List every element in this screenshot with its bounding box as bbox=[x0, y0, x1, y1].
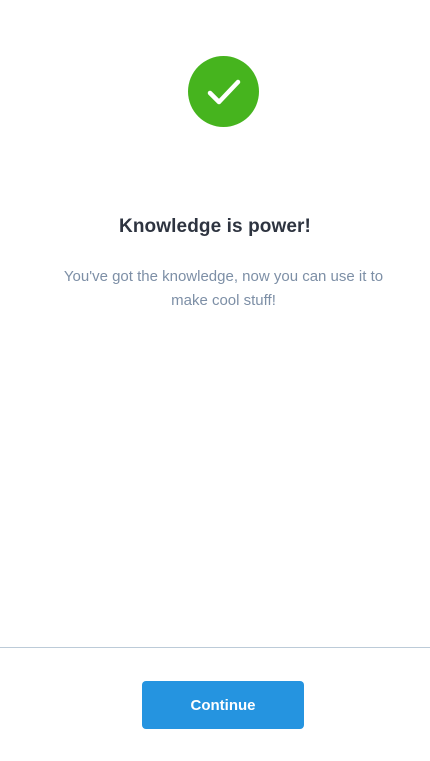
continue-button[interactable]: Continue bbox=[142, 681, 304, 729]
footer-divider bbox=[0, 647, 430, 648]
checkmark-icon bbox=[207, 79, 240, 104]
checkmark-circle-icon bbox=[188, 56, 259, 127]
completion-screen: Knowledge is power! You've got the knowl… bbox=[0, 0, 430, 761]
page-title: Knowledge is power! bbox=[119, 216, 311, 237]
completion-message: You've got the knowledge, now you can us… bbox=[63, 268, 384, 309]
